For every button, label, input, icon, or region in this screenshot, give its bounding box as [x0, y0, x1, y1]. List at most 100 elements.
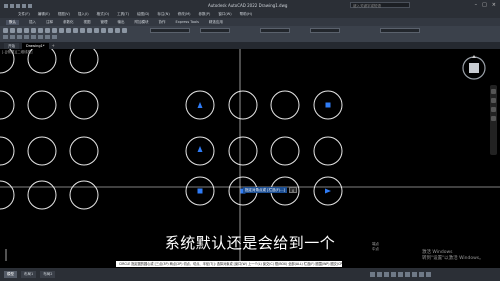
ribbon-tab-parametric[interactable]: 参数化	[63, 20, 74, 25]
viewcube-icon[interactable]	[461, 55, 487, 81]
lineweight-toggle-icon[interactable]	[405, 272, 410, 277]
zoom-icon[interactable]	[491, 98, 496, 103]
viewport-controls[interactable]: [-][俯视][二维线框]	[2, 50, 32, 55]
block-dropdown[interactable]	[380, 28, 420, 33]
grid-toggle-icon[interactable]	[370, 272, 375, 277]
quick-access-toolbar[interactable]	[4, 3, 32, 8]
snap-toggle-icon[interactable]	[377, 272, 382, 277]
menu-insert[interactable]: 插入(I)	[78, 12, 89, 17]
layout-tab-model[interactable]: 模型	[4, 271, 17, 278]
drawing-circle[interactable]	[0, 90, 15, 120]
grip-marker[interactable]	[325, 102, 331, 108]
close-icon[interactable]: ×	[492, 2, 496, 8]
ribbon-tab-manage[interactable]: 管理	[101, 20, 108, 25]
menu-window[interactable]: 窗口(W)	[218, 12, 231, 17]
group-tool-icon[interactable]	[52, 35, 57, 39]
menu-modify[interactable]: 修改(M)	[178, 12, 191, 17]
minimize-icon[interactable]: –	[475, 2, 478, 8]
measure-tool-icon[interactable]	[45, 35, 50, 39]
drawing-circle[interactable]	[0, 136, 15, 166]
maximize-icon[interactable]: □	[482, 2, 487, 8]
ribbon-tab-view[interactable]: 视图	[84, 20, 91, 25]
grip-marker[interactable]	[197, 188, 203, 194]
ortho-toggle-icon[interactable]	[384, 272, 389, 277]
ribbon-tab-express[interactable]: Express Tools	[176, 20, 199, 24]
stretch-tool-icon[interactable]	[80, 28, 85, 33]
dimension-tool-icon[interactable]	[108, 28, 113, 33]
orbit-icon[interactable]	[491, 107, 496, 112]
drawing-circle[interactable]	[228, 136, 258, 166]
explode-tool-icon[interactable]	[10, 35, 15, 39]
pan-icon[interactable]	[491, 89, 496, 94]
drawing-circle[interactable]	[313, 136, 343, 166]
ribbon-tab-featured[interactable]: 精选应用	[209, 20, 223, 25]
polar-toggle-icon[interactable]	[391, 272, 396, 277]
offset-tool-icon[interactable]	[17, 35, 22, 39]
drawing-circle[interactable]	[270, 136, 300, 166]
move-tool-icon[interactable]	[38, 28, 43, 33]
menu-parameter[interactable]: 参数(P)	[199, 12, 211, 17]
drawing-circle[interactable]	[228, 90, 258, 120]
erase-tool-icon[interactable]	[24, 35, 29, 39]
ribbon-tab-addins[interactable]: 附加模块	[135, 20, 149, 25]
trim-tool-icon[interactable]	[52, 28, 57, 33]
grip-marker[interactable]	[325, 188, 331, 194]
annotation-scale-icon[interactable]	[412, 272, 417, 277]
drawing-circle[interactable]	[69, 90, 99, 120]
drawing-circle[interactable]	[27, 136, 57, 166]
menu-format[interactable]: 格式(O)	[97, 12, 110, 17]
grip-marker[interactable]	[197, 146, 203, 152]
circle-tool-icon[interactable]	[17, 28, 22, 33]
menu-file[interactable]: 文件(F)	[18, 12, 30, 17]
menu-tools[interactable]: 工具(T)	[117, 12, 129, 17]
workspace-icon[interactable]	[419, 272, 424, 277]
ribbon-tab-home[interactable]: 默认	[6, 19, 19, 25]
ribbon-tab-insert[interactable]: 插入	[29, 20, 36, 25]
showmotion-icon[interactable]	[491, 116, 496, 121]
layout-tab-layout1[interactable]: 布局1	[21, 271, 37, 278]
drawing-circle[interactable]	[69, 136, 99, 166]
drawing-circle[interactable]	[69, 180, 99, 210]
layer-dropdown[interactable]	[150, 28, 190, 33]
undo-icon[interactable]	[22, 3, 26, 8]
customize-icon[interactable]	[426, 272, 431, 277]
copy-tool-icon[interactable]	[59, 28, 64, 33]
drawing-circle[interactable]	[270, 90, 300, 120]
join-tool-icon[interactable]	[31, 35, 36, 39]
rotate-tool-icon[interactable]	[45, 28, 50, 33]
new-file-icon[interactable]	[4, 3, 8, 8]
chamfer-tool-icon[interactable]	[38, 35, 43, 39]
tab-start[interactable]: 开始	[4, 42, 19, 49]
new-tab-icon[interactable]: +	[52, 43, 55, 48]
open-file-icon[interactable]	[10, 3, 14, 8]
command-line[interactable]: CIRCLE 指定圆的圆心或 [三点(3P) 两点(2P) 切点、切点、半径(T…	[116, 261, 342, 267]
layout-tab-layout2[interactable]: 布局2	[40, 271, 56, 278]
hatch-tool-icon[interactable]	[3, 35, 8, 39]
ribbon-tab-annotate[interactable]: 注释	[46, 20, 53, 25]
line-tool-icon[interactable]	[3, 28, 8, 33]
polyline-tool-icon[interactable]	[10, 28, 15, 33]
redo-icon[interactable]	[28, 3, 32, 8]
array-tool-icon[interactable]	[94, 28, 99, 33]
linetype-dropdown[interactable]	[260, 28, 290, 33]
menu-help[interactable]: 帮助(H)	[240, 12, 252, 17]
dynamic-input-field[interactable]: 0	[289, 187, 297, 193]
leader-tool-icon[interactable]	[115, 28, 120, 33]
grip-marker[interactable]	[197, 102, 203, 108]
menu-view[interactable]: 视图(V)	[58, 12, 70, 17]
color-dropdown[interactable]	[200, 28, 230, 33]
drawing-circle[interactable]	[27, 180, 57, 210]
ribbon-tab-collaborate[interactable]: 协作	[159, 20, 166, 25]
mirror-tool-icon[interactable]	[66, 28, 71, 33]
menu-dimension[interactable]: 标注(N)	[157, 12, 169, 17]
drawing-circle[interactable]	[69, 49, 99, 74]
table-tool-icon[interactable]	[122, 28, 127, 33]
menu-edit[interactable]: 编辑(E)	[38, 12, 50, 17]
arc-tool-icon[interactable]	[24, 28, 29, 33]
menu-draw[interactable]: 绘图(D)	[137, 12, 149, 17]
fillet-tool-icon[interactable]	[73, 28, 78, 33]
scale-tool-icon[interactable]	[87, 28, 92, 33]
text-tool-icon[interactable]	[101, 28, 106, 33]
rectangle-tool-icon[interactable]	[31, 28, 36, 33]
drawing-circle[interactable]	[27, 90, 57, 120]
